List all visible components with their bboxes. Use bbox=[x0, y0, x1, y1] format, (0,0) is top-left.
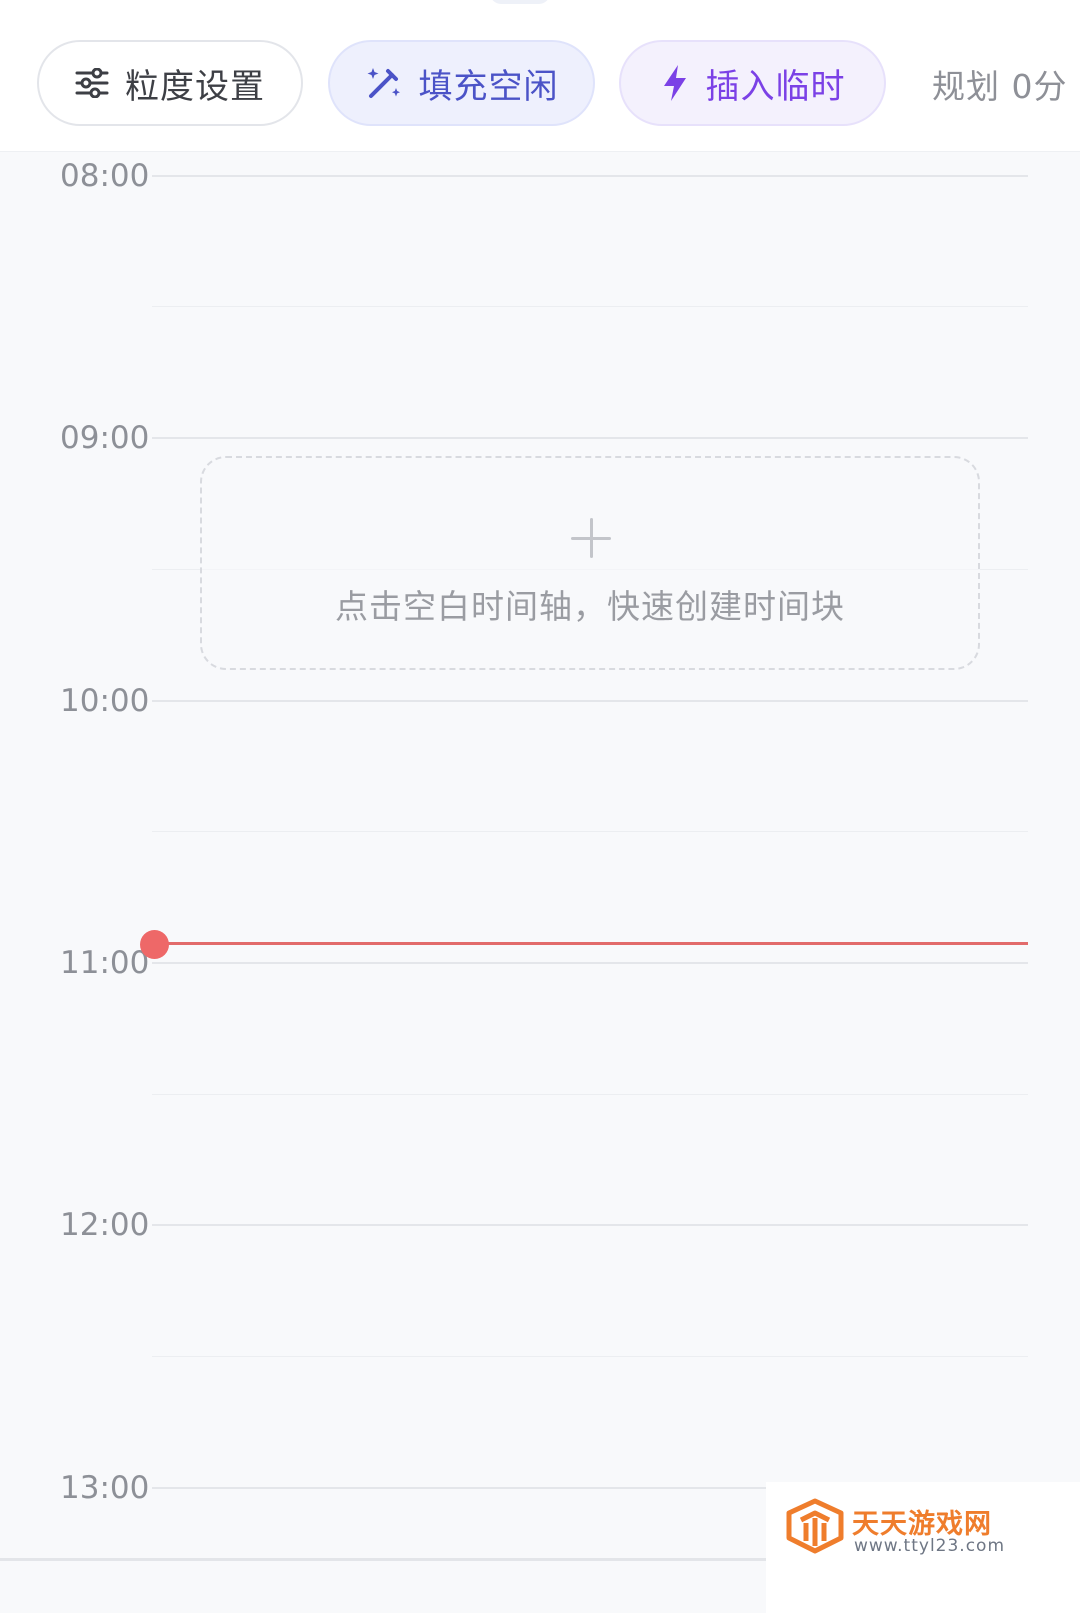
lightning-icon bbox=[660, 63, 690, 103]
hour-line bbox=[152, 1224, 1028, 1226]
plus-icon bbox=[571, 518, 611, 558]
sliders-icon bbox=[75, 68, 109, 98]
hour-line bbox=[152, 700, 1028, 702]
current-time-line bbox=[155, 942, 1028, 945]
hour-label: 12:00 bbox=[60, 1207, 150, 1243]
insert-temporary-label: 插入临时 bbox=[705, 66, 846, 107]
timeline[interactable]: 08:00 09:00 10:00 11:00 12:00 13:00 点击空白… bbox=[0, 152, 1080, 1613]
hour-line bbox=[152, 437, 1028, 439]
half-hour-line bbox=[152, 306, 1028, 307]
watermark: 天天游戏网 www.ttyl23.com bbox=[766, 1482, 1080, 1613]
half-hour-line bbox=[152, 1356, 1028, 1357]
empty-hint: 点击空白时间轴，快速创建时间块 bbox=[335, 587, 845, 626]
plan-summary: 规划 0分 bbox=[932, 67, 1068, 106]
current-time-dot bbox=[140, 930, 169, 959]
hour-label: 09:00 bbox=[60, 420, 150, 456]
half-hour-line bbox=[152, 831, 1028, 832]
insert-temporary-button[interactable]: 插入临时 bbox=[619, 40, 886, 126]
hour-label: 13:00 bbox=[60, 1470, 150, 1506]
granularity-settings-label: 粒度设置 bbox=[125, 66, 265, 107]
magic-wand-icon bbox=[365, 64, 403, 102]
hour-label: 11:00 bbox=[60, 945, 150, 981]
hour-line bbox=[152, 962, 1028, 964]
create-time-block-area[interactable]: 点击空白时间轴，快速创建时间块 bbox=[200, 456, 980, 670]
fill-idle-label: 填充空闲 bbox=[418, 66, 559, 107]
hour-line bbox=[152, 175, 1028, 177]
top-handle bbox=[490, 0, 550, 4]
hour-label: 10:00 bbox=[60, 683, 150, 719]
hour-label: 08:00 bbox=[60, 158, 150, 194]
granularity-settings-button[interactable]: 粒度设置 bbox=[37, 40, 303, 126]
watermark-logo-icon bbox=[786, 1498, 844, 1558]
fill-idle-button[interactable]: 填充空闲 bbox=[328, 40, 595, 126]
half-hour-line bbox=[152, 1094, 1028, 1095]
watermark-url: www.ttyl23.com bbox=[854, 1536, 1006, 1556]
toolbar: 粒度设置 填充空闲 插入临时 规划 0分 bbox=[0, 0, 1080, 152]
